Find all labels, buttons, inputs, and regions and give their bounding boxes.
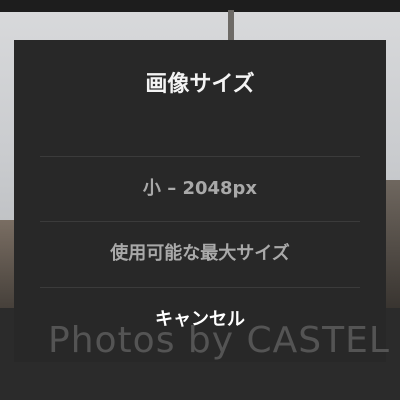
spire xyxy=(228,10,234,42)
option-small-2048[interactable]: 小 – 2048px xyxy=(14,157,386,221)
image-size-dialog: 画像サイズ 小 – 2048px 使用可能な最大サイズ キャンセル xyxy=(14,40,386,362)
option-max-size[interactable]: 使用可能な最大サイズ xyxy=(14,222,386,286)
dialog-title: 画像サイズ xyxy=(145,72,255,97)
right-building xyxy=(384,180,400,320)
top-bar xyxy=(0,0,400,12)
photo-watermark: Photos by CASTEL xyxy=(48,320,390,361)
